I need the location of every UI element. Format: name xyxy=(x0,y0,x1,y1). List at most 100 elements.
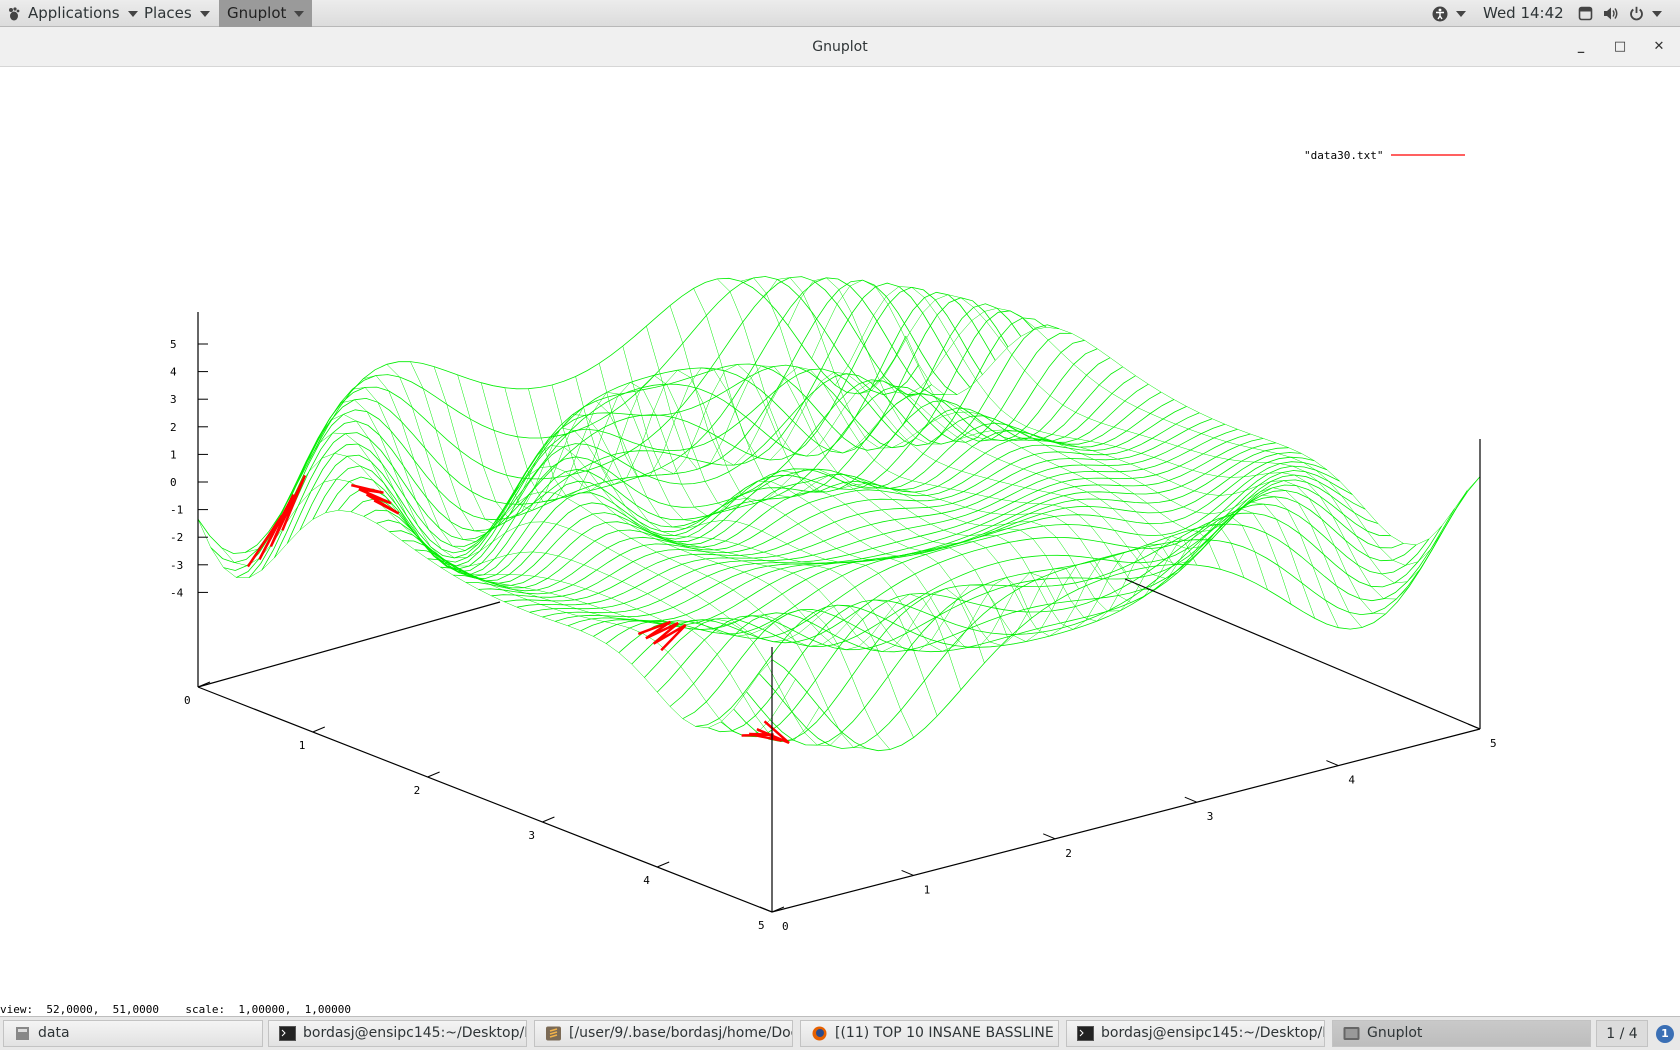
surface-line xyxy=(197,510,773,729)
z-tick-label: 5 xyxy=(170,338,177,351)
base-axis-right xyxy=(1124,578,1481,730)
y-tick xyxy=(1043,833,1056,840)
x-tick-label: 2 xyxy=(414,784,421,797)
surface-line xyxy=(312,303,1022,559)
surface-line xyxy=(708,496,1417,733)
surface-plot[interactable]: 5 4 3 2 1 0 -1 -2 -3 -4 0 1 2 3 4 5 0 1 2 3 4 5 "data30.txt" xyxy=(0,67,1680,1005)
surface-line xyxy=(693,288,1268,590)
maximize-button[interactable]: □ xyxy=(1610,37,1630,57)
surface-line xyxy=(858,294,1434,584)
surface-line xyxy=(440,383,1149,586)
power-icon xyxy=(1630,6,1643,21)
axis-ticks xyxy=(197,343,1481,913)
y-tick-label: 2 xyxy=(1065,847,1072,860)
file-manager-icon xyxy=(16,1027,29,1040)
chevron-down-icon xyxy=(1652,10,1662,17)
surface-line xyxy=(315,399,891,750)
surface-line xyxy=(236,277,945,578)
surface-line xyxy=(478,406,1187,595)
task-label: Gnuplot xyxy=(1367,1025,1423,1041)
surface-line xyxy=(764,277,1339,628)
system-menu[interactable] xyxy=(1578,0,1662,27)
task-label: [(11) TOP 10 INSANE BASSLINE ... xyxy=(835,1025,1059,1041)
surface-line xyxy=(717,278,1292,605)
minimize-button[interactable]: _ xyxy=(1571,37,1591,57)
task-label: [/user/9/.base/bordasj/home/Docu... xyxy=(569,1025,792,1041)
y-tick-label: 1 xyxy=(924,883,931,896)
places-label: Places xyxy=(144,4,192,22)
sublime-icon xyxy=(546,1026,561,1041)
y-tick xyxy=(1467,723,1481,730)
x-tick-label: 5 xyxy=(758,919,765,932)
y-tick-label: 0 xyxy=(782,920,789,933)
x-tick xyxy=(542,816,555,823)
surface-line xyxy=(740,277,1316,619)
taskbar: data bordasj@ensipc145:~/Desktop/D... [/… xyxy=(0,1016,1680,1050)
top-panel: Applications Places Gnuplot Wed 14:42 xyxy=(0,0,1680,27)
surface-line xyxy=(551,374,1127,637)
base-axis-back xyxy=(197,601,501,688)
applications-menu[interactable]: Applications xyxy=(6,0,138,27)
task-button-gnuplot[interactable]: Gnuplot xyxy=(1332,1020,1591,1047)
display-icon xyxy=(1578,6,1593,21)
x-tick-label: 4 xyxy=(643,874,650,887)
base-axis-left xyxy=(197,686,1481,913)
window-titlebar[interactable]: Gnuplot _ □ ✕ xyxy=(0,27,1680,67)
x-tick-label: 1 xyxy=(299,739,306,752)
accessibility-icon xyxy=(1432,6,1448,21)
surface-mesh xyxy=(197,276,1481,752)
window-title: Gnuplot xyxy=(812,39,868,55)
terminal-icon xyxy=(1077,1026,1094,1041)
status-line: view: 52,0000, 51,0000 scale: 1,00000, 1… xyxy=(0,1003,351,1016)
x-tick xyxy=(427,771,440,778)
workspace-pager[interactable]: 1 / 4 xyxy=(1596,1020,1648,1047)
surface-line xyxy=(363,375,938,717)
x-tick xyxy=(312,726,325,733)
gnome-foot-icon xyxy=(9,6,20,20)
gnuplot-icon xyxy=(1343,1027,1360,1040)
legend-label: "data30.txt" xyxy=(1304,149,1383,162)
surface-line xyxy=(268,432,843,746)
task-button-sublime[interactable]: [/user/9/.base/bordasj/home/Docu... xyxy=(534,1020,793,1047)
task-button-terminal-1[interactable]: bordasj@ensipc145:~/Desktop/D... xyxy=(268,1020,527,1047)
z-tick-label: -2 xyxy=(170,531,183,544)
y-tick xyxy=(1184,796,1197,803)
y-tick xyxy=(759,906,773,913)
task-button-terminal-2[interactable]: bordasj@ensipc145:~/Desktop/D... xyxy=(1066,1020,1325,1047)
chevron-down-icon xyxy=(127,10,138,17)
clock[interactable]: Wed 14:42 xyxy=(1483,0,1564,27)
z-tick-label: 1 xyxy=(170,448,177,461)
surface-line xyxy=(720,503,1430,738)
volume-icon xyxy=(1604,7,1618,20)
surface-line xyxy=(605,456,1315,644)
chevron-down-icon xyxy=(1456,10,1466,17)
active-app-label: Gnuplot xyxy=(227,4,287,22)
close-button[interactable]: ✕ xyxy=(1649,37,1669,57)
accessibility-menu[interactable] xyxy=(1432,0,1466,27)
places-menu[interactable]: Places xyxy=(144,0,210,27)
z-tick-label: 4 xyxy=(170,366,177,379)
surface-line xyxy=(504,387,1080,646)
surface-line xyxy=(746,508,1455,746)
plot-canvas[interactable]: 5 4 3 2 1 0 -1 -2 -3 -4 0 1 2 3 4 5 0 1 2 3 4 5 "data30.txt" xyxy=(0,67,1680,1005)
task-button-firefox[interactable]: [(11) TOP 10 INSANE BASSLINE ... xyxy=(800,1020,1059,1047)
surface-line xyxy=(656,474,1366,693)
x-tick-label: 3 xyxy=(528,829,535,842)
chevron-down-icon xyxy=(294,10,305,17)
legend: "data30.txt" xyxy=(1304,149,1465,162)
x-tick xyxy=(657,861,670,868)
surface-line xyxy=(516,423,1226,608)
surface-line xyxy=(350,324,1060,570)
notification-badge[interactable]: 1 xyxy=(1656,1025,1674,1043)
task-label: data xyxy=(38,1025,70,1041)
z-tick-label: -4 xyxy=(170,586,184,599)
x-tick-label: 0 xyxy=(184,694,191,707)
y-tick-label: 5 xyxy=(1490,737,1497,750)
plot-axes xyxy=(197,312,1481,913)
terminal-icon xyxy=(279,1026,296,1041)
active-app-menu[interactable]: Gnuplot xyxy=(219,0,313,27)
surface-line xyxy=(414,366,1124,582)
task-label: bordasj@ensipc145:~/Desktop/D... xyxy=(1101,1025,1325,1041)
task-button-data[interactable]: data xyxy=(3,1020,263,1047)
surface-line xyxy=(274,286,983,558)
